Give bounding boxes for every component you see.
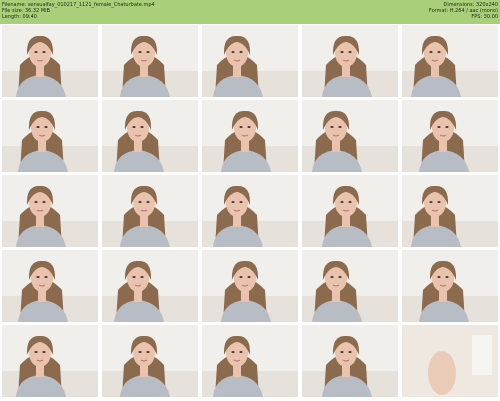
file-info-left: Filename: sensualfay_010217_1121_female_…: [2, 2, 155, 20]
video-thumbnail: [102, 250, 198, 322]
thumbnail-frame-image: [102, 175, 198, 247]
thumbnail-frame-image: [2, 100, 98, 172]
video-thumbnail: [102, 25, 198, 97]
video-thumbnail: [102, 175, 198, 247]
thumbnail-frame-image: [402, 25, 498, 97]
video-thumbnail: [402, 25, 498, 97]
thumbnail-frame-image: [202, 100, 298, 172]
video-thumbnail: [402, 100, 498, 172]
video-thumbnail: [2, 325, 98, 397]
thumbnail-frame-image: [202, 325, 298, 397]
thumbnail-frame-image: [402, 250, 498, 322]
video-thumbnail: [402, 175, 498, 247]
thumbnail-frame-image: [102, 250, 198, 322]
file-info-right: Dimensions: 320x240 Format: H.264 / aac …: [429, 2, 498, 20]
video-thumbnail: [102, 325, 198, 397]
video-thumbnail: [302, 325, 398, 397]
thumbnail-grid: [0, 24, 500, 401]
length-value: 09:40: [22, 14, 37, 20]
video-thumbnail: [302, 25, 398, 97]
thumbnail-frame-image: [2, 325, 98, 397]
thumbnail-frame-image: [302, 25, 398, 97]
video-thumbnail: [202, 25, 298, 97]
thumbnail-frame-image: [302, 250, 398, 322]
thumbnail-frame-image: [102, 325, 198, 397]
thumbnail-frame-image: [402, 175, 498, 247]
length-row: Length: 09:40: [2, 14, 155, 20]
thumbnail-frame-image: [2, 250, 98, 322]
length-label: Length:: [2, 14, 21, 20]
thumbnail-frame-image: [202, 175, 298, 247]
file-info-header: Filename: sensualfay_010217_1121_female_…: [0, 0, 500, 24]
thumbnail-frame-image: [202, 25, 298, 97]
thumbnail-frame-image: [302, 325, 398, 397]
video-thumbnail: [2, 25, 98, 97]
video-thumbnail: [302, 250, 398, 322]
video-thumbnail: [202, 250, 298, 322]
thumbnail-frame-image: [102, 25, 198, 97]
thumbnail-frame-image: [402, 100, 498, 172]
video-thumbnail: [2, 100, 98, 172]
thumbnail-frame-image: [302, 175, 398, 247]
thumbnail-frame-image: [102, 100, 198, 172]
video-thumbnail: [202, 175, 298, 247]
fps-label: FPS:: [471, 14, 483, 20]
video-thumbnail: [2, 175, 98, 247]
video-thumbnail: [402, 325, 498, 397]
video-thumbnail: [102, 100, 198, 172]
format-label: Format:: [428, 8, 449, 14]
fps-value: 30.00: [483, 14, 498, 20]
thumbnail-frame-image: [402, 325, 498, 397]
video-thumbnail: [302, 175, 398, 247]
thumbnail-frame-image: [202, 250, 298, 322]
video-thumbnail: [402, 250, 498, 322]
thumbnail-frame-image: [2, 25, 98, 97]
thumbnail-frame-image: [2, 175, 98, 247]
thumbnail-frame-image: [302, 100, 398, 172]
video-thumbnail: [202, 325, 298, 397]
video-thumbnail: [2, 250, 98, 322]
video-thumbnail: [202, 100, 298, 172]
video-thumbnail: [302, 100, 398, 172]
fps-row: FPS: 30.00: [429, 14, 498, 20]
